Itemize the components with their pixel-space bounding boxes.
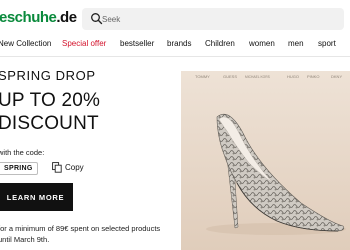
nav-item-women[interactable]: women	[249, 39, 275, 48]
discount-code: SPRING	[4, 165, 33, 172]
search-input[interactable]	[102, 12, 332, 26]
promo-headline-line1: UP TO 20%	[0, 90, 101, 111]
copy-icon	[52, 162, 62, 173]
site-logo[interactable]: eschuhe.de	[0, 9, 77, 26]
brand-logo-pinko: PINKO	[307, 74, 319, 79]
learn-more-button[interactable]: LEARN MORE	[0, 183, 73, 211]
search-bar[interactable]	[82, 8, 344, 30]
promo-headline: UP TO 20% DISCOUNT	[0, 89, 100, 135]
brand-logo-michael-kors: MICHAEL KORS	[245, 75, 271, 79]
main-nav: New Collection Special offer bestseller …	[0, 34, 350, 57]
discount-code-chip: SPRING	[0, 162, 38, 175]
logo-text: eschuhe	[0, 9, 57, 26]
logo-tld: .de	[56, 9, 77, 26]
nav-item-sport[interactable]: sport	[318, 39, 336, 48]
code-label: with the code:	[0, 148, 45, 157]
site-header: eschuhe.de	[0, 0, 350, 34]
brand-strip: TOMMY GUESS MICHAEL KORS HUGO PINKO DKNY	[195, 74, 342, 79]
promo-terms: for a minimum of 89€ spent on selected p…	[0, 224, 161, 244]
brand-logo-tommy: TOMMY	[195, 74, 210, 79]
nav-item-special-offer[interactable]: Special offer	[62, 39, 106, 48]
promo-headline-line2: DISCOUNT	[0, 113, 99, 134]
nav-item-new-collection[interactable]: New Collection	[0, 39, 51, 48]
snake-print-pump-image	[181, 71, 350, 250]
brand-logo-dkny: DKNY	[331, 74, 342, 79]
nav-item-bestseller[interactable]: bestseller	[120, 39, 154, 48]
copy-button-label: Copy	[65, 163, 84, 172]
promo-kicker: SPRING DROP	[0, 68, 96, 83]
nav-item-brands[interactable]: brands	[167, 39, 191, 48]
hero-image[interactable]: TOMMY GUESS MICHAEL KORS HUGO PINKO DKNY	[181, 71, 350, 250]
nav-item-children[interactable]: Children	[205, 39, 235, 48]
nav-item-men[interactable]: men	[288, 39, 304, 48]
brand-logo-hugo: HUGO	[287, 74, 299, 79]
brand-logo-guess: GUESS	[223, 74, 237, 79]
